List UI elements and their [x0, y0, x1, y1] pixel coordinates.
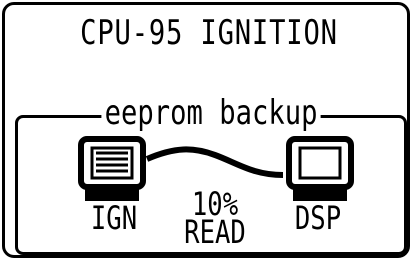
target-device-label: DSP — [294, 199, 342, 237]
source-device-label: IGN — [90, 199, 138, 237]
cable-link-icon — [145, 146, 284, 178]
lcd-screen: CPU-95 IGNITION eeprom backup IGN 10% RE… — [2, 2, 410, 258]
ignition-unit-icon — [78, 136, 146, 201]
operation-status: READ — [184, 213, 246, 251]
page-title: CPU-95 IGNITION — [80, 13, 338, 53]
display-unit-icon — [286, 136, 354, 201]
